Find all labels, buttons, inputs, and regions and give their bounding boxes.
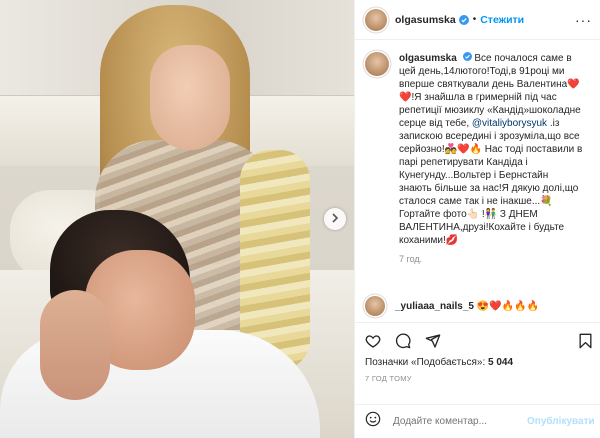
post-header: olgasumska • Стежити ··· (355, 0, 600, 40)
username[interactable]: olgasumska (395, 14, 456, 26)
caption-row: olgasumska Все почалося саме в цей день,… (365, 52, 589, 247)
caption-area: olgasumska Все почалося саме в цей день,… (355, 40, 600, 290)
verified-badge-icon (458, 14, 469, 25)
likes-count[interactable]: Позначки «Подобається»: 5 044 (355, 351, 600, 368)
more-options-button[interactable]: ··· (575, 13, 592, 27)
caption-avatar[interactable] (365, 52, 389, 76)
caption-timestamp: 7 год. (399, 254, 423, 264)
add-comment-bar: Опублікувати (355, 404, 600, 438)
heart-icon[interactable] (365, 333, 381, 349)
comment-body: 😍❤️🔥🔥🔥 (476, 300, 539, 312)
next-arrow-icon (330, 210, 340, 228)
comment-author[interactable]: _yuliaaa_nails_5 (395, 301, 474, 312)
share-icon[interactable] (425, 333, 441, 349)
comment-icon[interactable] (395, 333, 411, 349)
publish-button[interactable]: Опублікувати (527, 416, 595, 427)
comment-text: _yuliaaa_nails_5 😍❤️🔥🔥🔥 (395, 301, 539, 312)
post-actions: Позначки «Подобається»: 5 044 7 год тому… (355, 322, 600, 438)
bookmark-icon[interactable] (578, 333, 593, 349)
photo-man-arm (40, 290, 110, 400)
action-icons (355, 323, 600, 351)
emoji-icon[interactable] (365, 411, 381, 432)
post-photo[interactable] (0, 0, 354, 438)
photo-woman-face (150, 45, 230, 150)
follow-button[interactable]: Стежити (480, 14, 524, 26)
caption-text: olgasumska Все почалося саме в цей день,… (399, 52, 583, 247)
caption-body-2: .із запискою всередині і зрозуміла,що вс… (399, 118, 583, 246)
next-photo-button[interactable] (324, 208, 346, 230)
caption-mention-link[interactable]: @vitaliyborysyuk (472, 118, 547, 129)
likes-label: Позначки «Подобається»: (365, 357, 486, 368)
comment-row: _yuliaaa_nails_5 😍❤️🔥🔥🔥 (365, 296, 539, 316)
avatar[interactable] (365, 8, 387, 31)
comment-avatar[interactable] (365, 296, 385, 316)
separator-dot: • (472, 14, 477, 25)
comment-input[interactable] (391, 415, 527, 428)
verified-badge-icon (462, 52, 472, 61)
caption-author[interactable]: olgasumska (399, 53, 457, 64)
post-timestamp: 7 год тому (365, 374, 412, 383)
likes-number: 5 044 (488, 357, 514, 368)
post-info-panel: olgasumska • Стежити ··· olgasumska Все … (354, 0, 600, 438)
